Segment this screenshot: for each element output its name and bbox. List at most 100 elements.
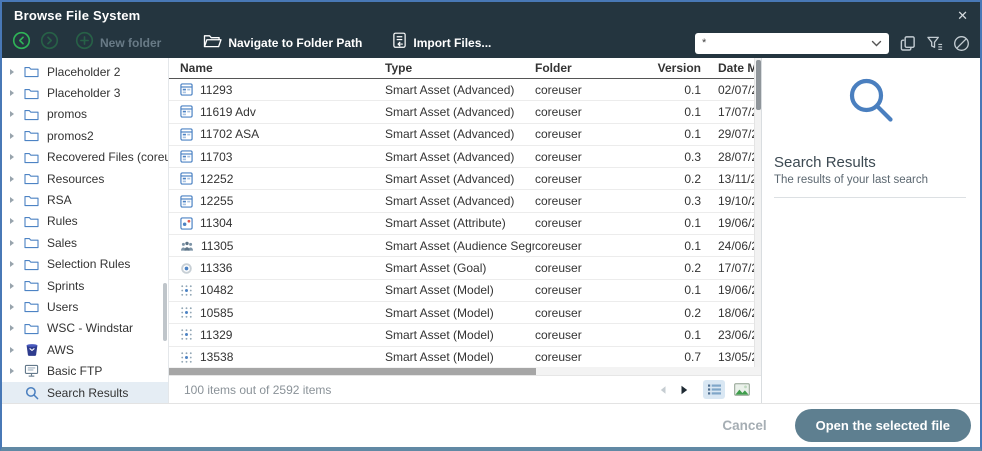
thumbnail-view-icon[interactable] bbox=[731, 380, 753, 399]
sidebar-item-label: WSC - Windstar bbox=[47, 321, 133, 335]
model-icon bbox=[180, 328, 193, 341]
table-vertical-scrollbar[interactable] bbox=[754, 58, 761, 367]
sidebar-item-rules[interactable]: Rules bbox=[2, 211, 168, 232]
copy-pages-icon[interactable] bbox=[899, 35, 917, 52]
column-header-version[interactable]: Version bbox=[657, 61, 701, 75]
forward-button[interactable] bbox=[40, 31, 59, 55]
sidebar-item-sprints[interactable]: Sprints bbox=[2, 275, 168, 296]
table-row[interactable]: 11336 Smart Asset (Goal) coreuser 0.2 17… bbox=[169, 257, 761, 279]
table-row[interactable]: 11702 ASA Smart Asset (Advanced) coreuse… bbox=[169, 124, 761, 146]
sidebar-item-resources[interactable]: Resources bbox=[2, 168, 168, 189]
expand-chevron-icon[interactable] bbox=[10, 240, 14, 246]
file-name: 11293 bbox=[200, 83, 232, 97]
expand-chevron-icon[interactable] bbox=[10, 368, 14, 374]
table-vertical-scrollbar-thumb[interactable] bbox=[756, 60, 761, 110]
dialog-content: Placeholder 2 Placeholder 3 promos promo… bbox=[2, 58, 980, 403]
sidebar-item-promos[interactable]: promos bbox=[2, 104, 168, 125]
import-files-button[interactable]: Import Files... bbox=[392, 32, 491, 54]
items-count-text: 100 items out of 2592 items bbox=[184, 383, 656, 397]
sidebar-item-users[interactable]: Users bbox=[2, 296, 168, 317]
sidebar-scrollbar-thumb[interactable] bbox=[163, 283, 167, 341]
file-date-modified: 13/11/2 bbox=[701, 172, 761, 186]
table-horizontal-scrollbar-thumb[interactable] bbox=[169, 368, 536, 375]
sidebar-item-search-results[interactable]: Search Results bbox=[2, 382, 168, 403]
file-type: Smart Asset (Advanced) bbox=[385, 194, 535, 208]
table-row[interactable]: 10482 Smart Asset (Model) coreuser 0.1 1… bbox=[169, 280, 761, 302]
previous-page-icon[interactable] bbox=[656, 383, 670, 397]
expand-chevron-icon[interactable] bbox=[10, 304, 14, 310]
expand-chevron-icon[interactable] bbox=[10, 283, 14, 289]
file-version: 0.3 bbox=[657, 194, 701, 208]
column-header-date-modified[interactable]: Date Mo bbox=[701, 61, 761, 75]
dialog-title: Browse File System bbox=[14, 8, 140, 23]
table-row[interactable]: 10585 Smart Asset (Model) coreuser 0.2 1… bbox=[169, 302, 761, 324]
sidebar-item-selection-rules[interactable]: Selection Rules bbox=[2, 254, 168, 275]
table-row[interactable]: 13538 Smart Asset (Model) coreuser 0.7 1… bbox=[169, 347, 761, 367]
back-button[interactable] bbox=[12, 31, 31, 55]
attribute-icon bbox=[180, 217, 193, 230]
expand-chevron-icon[interactable] bbox=[10, 261, 14, 267]
list-view-icon[interactable] bbox=[703, 380, 725, 399]
sidebar-item-promos2[interactable]: promos2 bbox=[2, 125, 168, 146]
file-name: 11304 bbox=[200, 216, 232, 230]
table-row[interactable]: 11304 Smart Asset (Attribute) coreuser 0… bbox=[169, 213, 761, 235]
sidebar-item-placeholder-3[interactable]: Placeholder 3 bbox=[2, 82, 168, 103]
file-version: 0.1 bbox=[657, 239, 701, 253]
expand-chevron-icon[interactable] bbox=[10, 111, 14, 117]
sidebar-item-placeholder-2[interactable]: Placeholder 2 bbox=[2, 61, 168, 82]
advanced-icon bbox=[180, 128, 193, 141]
import-label: Import Files... bbox=[413, 36, 491, 50]
filter-funnel-icon[interactable] bbox=[926, 35, 944, 52]
table-row[interactable]: 11619 Adv Smart Asset (Advanced) coreuse… bbox=[169, 101, 761, 123]
file-type: Smart Asset (Advanced) bbox=[385, 127, 535, 141]
sidebar-item-wsc-windstar[interactable]: WSC - Windstar bbox=[2, 318, 168, 339]
status-bar: 100 items out of 2592 items bbox=[169, 375, 761, 403]
circle-slash-icon[interactable] bbox=[953, 35, 970, 52]
expand-chevron-icon[interactable] bbox=[10, 325, 14, 331]
sidebar-item-rsa[interactable]: RSA bbox=[2, 189, 168, 210]
file-folder: coreuser bbox=[535, 172, 657, 186]
expand-chevron-icon[interactable] bbox=[10, 197, 14, 203]
search-results-panel: Search Results The results of your last … bbox=[761, 58, 980, 403]
file-version: 0.1 bbox=[657, 328, 701, 342]
sidebar-item-aws[interactable]: AWS bbox=[2, 339, 168, 360]
table-horizontal-scrollbar[interactable] bbox=[169, 367, 761, 375]
expand-chevron-icon[interactable] bbox=[10, 176, 14, 182]
column-header-type[interactable]: Type bbox=[385, 61, 535, 75]
navigate-to-folder-path-button[interactable]: Navigate to Folder Path bbox=[203, 33, 362, 54]
sidebar-item-label: RSA bbox=[47, 193, 72, 207]
file-type: Smart Asset (Advanced) bbox=[385, 150, 535, 164]
file-date-modified: 19/06/2 bbox=[701, 283, 761, 297]
expand-chevron-icon[interactable] bbox=[10, 154, 14, 160]
sidebar-item-sales[interactable]: Sales bbox=[2, 232, 168, 253]
expand-chevron-icon[interactable] bbox=[10, 133, 14, 139]
expand-chevron-icon[interactable] bbox=[10, 347, 14, 353]
expand-chevron-icon[interactable] bbox=[10, 90, 14, 96]
cancel-button[interactable]: Cancel bbox=[722, 418, 766, 433]
expand-chevron-icon[interactable] bbox=[10, 69, 14, 75]
table-row[interactable]: 12255 Smart Asset (Advanced) coreuser 0.… bbox=[169, 190, 761, 212]
table-row[interactable]: 12252 Smart Asset (Advanced) coreuser 0.… bbox=[169, 168, 761, 190]
file-folder: coreuser bbox=[535, 105, 657, 119]
column-header-folder[interactable]: Folder bbox=[535, 61, 657, 75]
aws-icon bbox=[23, 343, 40, 357]
file-filter-combobox[interactable]: * bbox=[695, 33, 889, 54]
column-header-name[interactable]: Name bbox=[169, 61, 385, 75]
new-folder-button[interactable]: New folder bbox=[75, 31, 161, 55]
model-icon bbox=[180, 284, 193, 297]
next-page-icon[interactable] bbox=[677, 383, 691, 397]
sidebar-item-recovered-files-coreuser[interactable]: Recovered Files (coreuser) bbox=[2, 147, 168, 168]
file-version: 0.1 bbox=[657, 83, 701, 97]
sidebar-item-label: Sprints bbox=[47, 279, 84, 293]
table-row[interactable]: 11305 Smart Asset (Audience Segment) cor… bbox=[169, 235, 761, 257]
close-icon[interactable]: ✕ bbox=[957, 9, 968, 22]
open-selected-file-button[interactable]: Open the selected file bbox=[795, 409, 971, 442]
table-row[interactable]: 11293 Smart Asset (Advanced) coreuser 0.… bbox=[169, 79, 761, 101]
expand-chevron-icon[interactable] bbox=[10, 218, 14, 224]
sidebar-item-label: promos bbox=[47, 107, 87, 121]
sidebar-item-basic-ftp[interactable]: Basic FTP bbox=[2, 360, 168, 381]
table-row[interactable]: 11703 Smart Asset (Advanced) coreuser 0.… bbox=[169, 146, 761, 168]
file-date-modified: 23/06/2 bbox=[701, 328, 761, 342]
table-row[interactable]: 11329 Smart Asset (Model) coreuser 0.1 2… bbox=[169, 324, 761, 346]
folder-icon bbox=[23, 194, 40, 207]
